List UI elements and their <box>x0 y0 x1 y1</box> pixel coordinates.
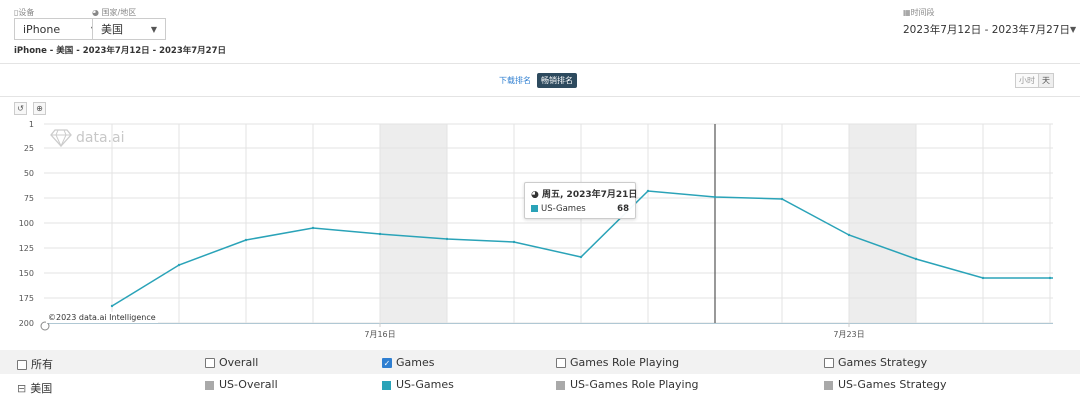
legend-overall[interactable]: Overall <box>205 356 258 369</box>
chart-tooltip: ◕ 周五, 2023年7月21日 US-Games 68 <box>524 182 638 219</box>
data-point <box>780 197 784 201</box>
tooltip-series: US-Games <box>541 204 586 214</box>
data-point <box>713 195 717 199</box>
series-swatch <box>824 380 833 390</box>
legend-item-us-games-strategy[interactable]: US-Games Strategy <box>824 378 947 391</box>
legend-item-us-overall[interactable]: US-Overall <box>205 378 278 391</box>
country-label: ◕ 国家/地区 <box>92 8 137 17</box>
series-swatch <box>205 380 214 390</box>
data-point <box>177 263 181 267</box>
data-point <box>914 257 918 261</box>
divider <box>0 63 1080 64</box>
diamond-logo-icon <box>50 129 72 148</box>
legend-games-role-playing[interactable]: Games Role Playing <box>556 356 679 369</box>
granularity-toggle: 小时 天 <box>1015 73 1054 88</box>
globe-icon: ◕ <box>92 8 99 17</box>
legend-all[interactable]: 所有 <box>17 356 53 372</box>
period-select[interactable]: 2023年7月12日 - 2023年7月27日 ▼ <box>903 18 1076 40</box>
period-label: ▦时间段 <box>903 8 935 17</box>
legend-item-us-games-role-playing[interactable]: US-Games Role Playing <box>556 378 699 391</box>
chevron-down-icon: ▼ <box>1070 24 1077 34</box>
y-tick-label: 175 <box>19 294 34 303</box>
tab-downloads[interactable]: 下载排名 <box>499 75 531 86</box>
chevron-down-icon: ▼ <box>150 24 157 34</box>
y-tick-label: 50 <box>24 169 34 178</box>
collapse-icon[interactable]: ⊟ <box>17 382 26 395</box>
tooltip-date: ◕ 周五, 2023年7月21日 <box>531 190 638 200</box>
period-select-value: 2023年7月12日 - 2023年7月27日 <box>903 23 1070 36</box>
data-point <box>1048 276 1052 280</box>
checkbox-icon[interactable] <box>17 360 27 370</box>
country-select[interactable]: 美国 ▼ <box>92 18 166 40</box>
legend-country[interactable]: ⊟ 美国 <box>17 380 52 396</box>
y-tick-label: 125 <box>19 244 34 253</box>
data-point <box>512 240 516 244</box>
globe-icon: ◕ <box>531 190 539 200</box>
country-select-value: 美国 <box>101 23 123 36</box>
data-point <box>445 237 449 241</box>
tab-grossing[interactable]: 畅销排名 <box>537 73 577 88</box>
y-tick-label: 150 <box>19 269 34 278</box>
data-point <box>646 189 650 193</box>
checkbox-icon[interactable] <box>205 358 215 368</box>
hour-button[interactable]: 小时 <box>1015 73 1039 88</box>
x-tick-label: 7月23日 <box>833 330 864 339</box>
legend-games[interactable]: ✓ Games <box>382 356 434 369</box>
data-point <box>579 255 583 259</box>
data-point <box>110 304 114 308</box>
checkbox-icon[interactable] <box>556 358 566 368</box>
data-point <box>311 226 315 230</box>
checkbox-icon[interactable] <box>824 358 834 368</box>
y-tick-label: 75 <box>24 194 34 203</box>
device-select-value: iPhone <box>23 22 61 36</box>
y-tick-label: 100 <box>19 219 34 228</box>
divider <box>0 96 1080 97</box>
page-subtitle: iPhone - 美国 - 2023年7月12日 - 2023年7月27日 <box>14 46 226 56</box>
watermark: data.ai <box>50 128 124 148</box>
legend-item-us-games[interactable]: US-Games <box>382 378 454 391</box>
reset-zoom-icon[interactable]: ↺ <box>14 102 27 115</box>
tooltip-row: US-Games 68 <box>531 204 629 214</box>
data-point <box>378 232 382 236</box>
x-tick-label: 7月16日 <box>364 330 395 339</box>
range-handle-icon <box>40 321 50 331</box>
zoom-icon[interactable]: ⊕ <box>33 102 46 115</box>
data-point <box>981 276 985 280</box>
device-label: ▯设备 <box>14 8 35 17</box>
calendar-icon: ▦ <box>903 8 911 17</box>
day-button[interactable]: 天 <box>1039 73 1054 88</box>
copyright: ©2023 data.ai Intelligence <box>46 312 158 323</box>
rank-chart[interactable]: 12550751001251501752007月16日 7月23日 <box>0 115 1080 345</box>
y-tick-label: 25 <box>24 144 34 153</box>
tooltip-value: 68 <box>617 204 629 214</box>
series-swatch <box>556 380 565 390</box>
data-point <box>244 238 248 242</box>
y-tick-label: 1 <box>29 120 34 129</box>
series-swatch <box>382 380 391 390</box>
checkbox-checked-icon[interactable]: ✓ <box>382 358 392 368</box>
data-point <box>847 233 851 237</box>
y-tick-label: 200 <box>19 319 34 328</box>
series-swatch <box>531 205 538 212</box>
legend-games-strategy[interactable]: Games Strategy <box>824 356 927 369</box>
